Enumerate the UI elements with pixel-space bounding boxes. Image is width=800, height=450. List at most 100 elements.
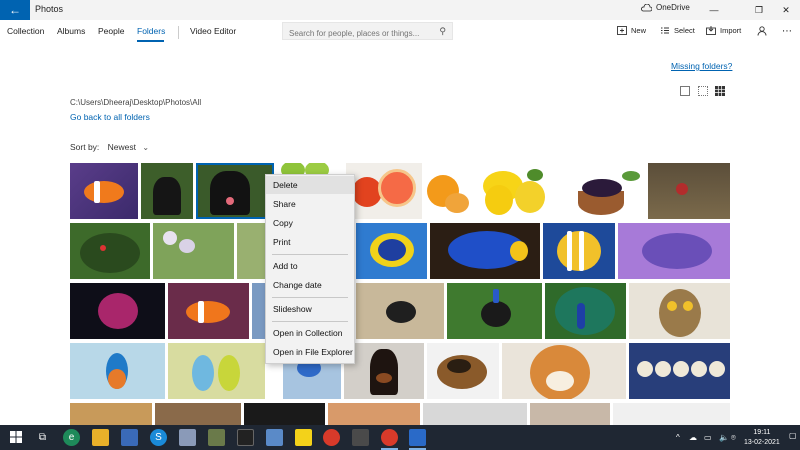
- photo-shiba-inu[interactable]: [502, 343, 626, 399]
- menu-item-add-to[interactable]: Add to: [266, 257, 354, 275]
- photo-partial-sky[interactable]: [252, 283, 265, 339]
- cloud-tray-icon[interactable]: ☁: [689, 433, 697, 442]
- search-box[interactable]: ⚲: [282, 22, 453, 42]
- photo-grapefruit[interactable]: [346, 163, 422, 219]
- edge-icon[interactable]: e: [63, 429, 80, 446]
- photo-clownfish[interactable]: [70, 163, 138, 219]
- photo-orange-cat[interactable]: [328, 403, 420, 425]
- missing-folders-link[interactable]: Missing folders?: [671, 61, 732, 71]
- photo-angelfish[interactable]: [543, 223, 615, 279]
- restore-button[interactable]: ❐: [749, 2, 769, 18]
- photo-grapes-partial[interactable]: [237, 223, 265, 279]
- menu-item-share[interactable]: Share: [266, 195, 354, 213]
- menu-item-delete[interactable]: Delete: [266, 176, 354, 194]
- menu-item-print[interactable]: Print: [266, 233, 354, 251]
- onedrive-label: OneDrive: [656, 3, 690, 12]
- taskbar: ⧉ e S ^ ☁ ▭ 🔈 ⌾ 19:11 13-02-2021 ▢: [0, 425, 800, 450]
- photo-oranges-lemons[interactable]: [425, 163, 555, 219]
- search-icon[interactable]: ⚲: [439, 26, 446, 37]
- photo-owl[interactable]: [629, 283, 730, 339]
- photo-ostrich-group[interactable]: [356, 283, 444, 339]
- go-back-link[interactable]: Go back to all folders: [70, 112, 150, 122]
- new-icon: [617, 26, 627, 35]
- photo-clownfish-anemone[interactable]: [168, 283, 249, 339]
- menu-item-change-date[interactable]: Change date: [266, 276, 354, 294]
- photo-pomeranian[interactable]: [70, 403, 152, 425]
- menu-item-open-in-file-explorer[interactable]: Open in File Explorer: [266, 343, 354, 361]
- clock-time: 19:11: [753, 429, 771, 436]
- tab-albums[interactable]: Albums: [57, 26, 85, 36]
- import-label: Import: [720, 26, 742, 35]
- start-button[interactable]: [7, 429, 24, 446]
- skype-icon[interactable]: S: [150, 429, 167, 446]
- display-icon[interactable]: [352, 429, 369, 446]
- photo-bird-wings[interactable]: [530, 403, 610, 425]
- paint-icon[interactable]: [179, 429, 196, 446]
- system-clock[interactable]: 19:11 13-02-2021: [744, 428, 780, 448]
- menu-separator: [272, 297, 348, 298]
- more-button[interactable]: ⋯: [782, 26, 792, 37]
- photo-olives-bowl[interactable]: [558, 163, 645, 219]
- photo-parakeets[interactable]: [168, 343, 265, 399]
- onedrive-button[interactable]: OneDrive: [640, 3, 690, 12]
- photo-white-dog[interactable]: [613, 403, 730, 425]
- photo-berries-tree[interactable]: [70, 223, 150, 279]
- select-button[interactable]: Select: [660, 26, 695, 35]
- photo-black-dog[interactable]: [141, 163, 193, 219]
- close-button[interactable]: ✕: [776, 2, 796, 18]
- tab-folders[interactable]: Folders: [137, 26, 165, 36]
- paint-brush-icon[interactable]: [208, 429, 225, 446]
- minimize-button[interactable]: —: [704, 2, 724, 18]
- photo-blossom-branch[interactable]: [153, 223, 234, 279]
- battery-icon[interactable]: ▭: [704, 433, 712, 442]
- import-button[interactable]: Import: [706, 26, 741, 35]
- menu-item-copy[interactable]: Copy: [266, 214, 354, 232]
- photo-blue-tang[interactable]: [430, 223, 540, 279]
- notification-icon[interactable]: ▢: [789, 431, 797, 440]
- network-icon[interactable]: ⌾: [731, 433, 736, 443]
- search-input[interactable]: [283, 25, 428, 42]
- photo-lionfish[interactable]: [70, 283, 165, 339]
- photo-black-dog-selected[interactable]: [196, 163, 274, 219]
- tab-collection[interactable]: Collection: [7, 26, 44, 36]
- photo-peacock[interactable]: [545, 283, 626, 339]
- photo-black-cat[interactable]: [244, 403, 325, 425]
- task-view-icon[interactable]: ⧉: [34, 429, 51, 446]
- tab-people[interactable]: People: [98, 26, 124, 36]
- photos-app-icon[interactable]: [409, 429, 426, 446]
- photo-cassowary[interactable]: [447, 283, 542, 339]
- view-small-icon[interactable]: [715, 86, 725, 96]
- chrome-active-icon[interactable]: [381, 429, 398, 446]
- view-large-icon[interactable]: [680, 86, 690, 96]
- calculator-icon[interactable]: [266, 429, 283, 446]
- back-button[interactable]: ←: [0, 0, 30, 20]
- app-icon[interactable]: [237, 429, 254, 446]
- store-icon[interactable]: [121, 429, 138, 446]
- active-tab-indicator: [137, 40, 164, 42]
- photo-white-cat[interactable]: [423, 403, 527, 425]
- photo-dog-partial[interactable]: [155, 403, 241, 425]
- new-button[interactable]: New: [617, 26, 646, 35]
- view-medium-icon[interactable]: [698, 86, 708, 96]
- menu-item-slideshow[interactable]: Slideshow: [266, 300, 354, 318]
- volume-icon[interactable]: 🔈: [719, 433, 729, 442]
- app-title: Photos: [35, 4, 64, 14]
- sticky-notes-icon[interactable]: [295, 429, 312, 446]
- sort-control[interactable]: Sort by: Newest ⌄: [70, 142, 149, 152]
- chevron-up-icon[interactable]: ^: [676, 433, 680, 442]
- file-explorer-icon[interactable]: [92, 429, 109, 446]
- folder-path: C:\Users\Dheeraj\Desktop\Photos\All: [70, 98, 202, 107]
- new-label: New: [631, 26, 647, 35]
- tab-video-editor[interactable]: Video Editor: [190, 26, 236, 36]
- menu-item-open-in-collection[interactable]: Open in Collection: [266, 324, 354, 342]
- chrome-icon[interactable]: [323, 429, 340, 446]
- photo-yellow-fish[interactable]: [356, 223, 427, 279]
- photo-german-shepherd[interactable]: [427, 343, 499, 399]
- photo-puppies-basket[interactable]: [629, 343, 730, 399]
- photo-bird-branch[interactable]: [648, 163, 730, 219]
- account-button[interactable]: [757, 26, 767, 36]
- photo-doberman[interactable]: [344, 343, 424, 399]
- photo-purple-fish[interactable]: [618, 223, 730, 279]
- chevron-down-icon: ⌄: [142, 143, 150, 152]
- photo-kingfisher[interactable]: [70, 343, 165, 399]
